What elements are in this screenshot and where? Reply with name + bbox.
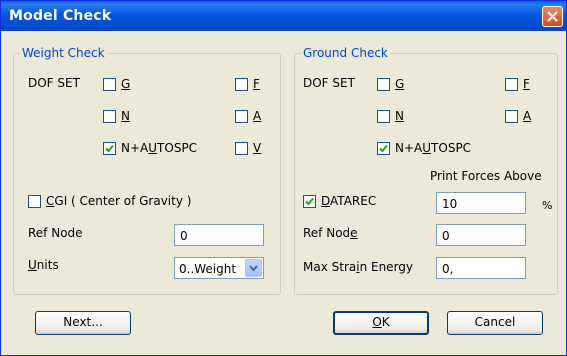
- dialog-title: Model Check: [9, 8, 112, 24]
- ground-checkbox-n-autospc-label: N+AUTOSPC: [395, 141, 472, 155]
- weight-checkbox-v-box[interactable]: [235, 142, 248, 155]
- ground-checkbox-g-label: G: [395, 77, 405, 91]
- weight-checkbox-n-label: N: [121, 109, 130, 123]
- chevron-down-icon: [249, 265, 258, 272]
- ground-ref-node-input[interactable]: 0: [436, 224, 526, 246]
- checkmark-icon: [105, 144, 114, 153]
- ok-button[interactable]: OK: [333, 311, 429, 335]
- weight-checkbox-a-label: A: [253, 109, 262, 123]
- percent-label: %: [542, 199, 553, 212]
- units-select[interactable]: 0..Weight: [174, 257, 264, 279]
- weight-checkbox-f-label: F: [253, 77, 260, 91]
- weight-checkbox-a-box[interactable]: [235, 110, 248, 123]
- max-strain-energy-label: Max Strain Energy: [303, 260, 414, 274]
- weight-checkbox-v-label: V: [253, 141, 262, 155]
- ground-checkbox-f-box[interactable]: [505, 78, 518, 91]
- weight-ref-node-label: Ref Node: [28, 226, 83, 240]
- datarec-checkbox-label: DATAREC: [321, 194, 377, 208]
- cgi-checkbox-label: CGI ( Center of Gravity ): [46, 194, 192, 208]
- ground-checkbox-f-label: F: [523, 77, 530, 91]
- ground-checkbox-a-box[interactable]: [505, 110, 518, 123]
- units-label: Units: [28, 258, 59, 272]
- weight-checkbox-g-box[interactable]: [103, 78, 116, 91]
- ground-ref-node-label: Ref Node: [303, 226, 358, 240]
- units-dropdown-button[interactable]: [245, 259, 262, 277]
- weight-checkbox-n-box[interactable]: [103, 110, 116, 123]
- title-bar: Model Check: [1, 1, 566, 31]
- weight-checkbox-n-autospc-label: N+AUTOSPC: [121, 141, 198, 155]
- ground-checkbox-n-box[interactable]: [377, 110, 390, 123]
- cancel-button[interactable]: Cancel: [447, 311, 543, 335]
- close-button[interactable]: [542, 6, 563, 27]
- cgi-checkbox-box[interactable]: [28, 195, 41, 208]
- ground-checkbox-g-box[interactable]: [377, 78, 390, 91]
- weight-dof-set-label: DOF SET: [28, 76, 80, 90]
- weight-ref-node-input[interactable]: 0: [174, 224, 264, 246]
- ground-checkbox-n-label: N: [395, 109, 404, 123]
- checkmark-icon: [305, 197, 314, 206]
- ground-checkbox-a-label: A: [523, 109, 532, 123]
- weight-checkbox-f-box[interactable]: [235, 78, 248, 91]
- weight-checkbox-n-autospc-box[interactable]: [103, 142, 116, 155]
- weight-checkbox-g-label: G: [121, 77, 131, 91]
- max-strain-energy-input[interactable]: 0,: [436, 257, 526, 279]
- datarec-checkbox-box[interactable]: [303, 195, 316, 208]
- units-select-value: 0..Weight: [179, 262, 237, 276]
- weight-check-title: Weight Check: [20, 46, 107, 60]
- close-icon: [547, 11, 558, 22]
- model-check-dialog: Model Check Weight Check DOF SET G F N A…: [0, 0, 567, 356]
- ground-check-title: Ground Check: [301, 46, 390, 60]
- checkmark-icon: [379, 144, 388, 153]
- next-button[interactable]: Next...: [35, 311, 131, 335]
- print-forces-input[interactable]: 10: [436, 192, 526, 214]
- ground-dof-set-label: DOF SET: [303, 76, 355, 90]
- ground-checkbox-n-autospc-box[interactable]: [377, 142, 390, 155]
- print-forces-above-label: Print Forces Above: [430, 169, 542, 183]
